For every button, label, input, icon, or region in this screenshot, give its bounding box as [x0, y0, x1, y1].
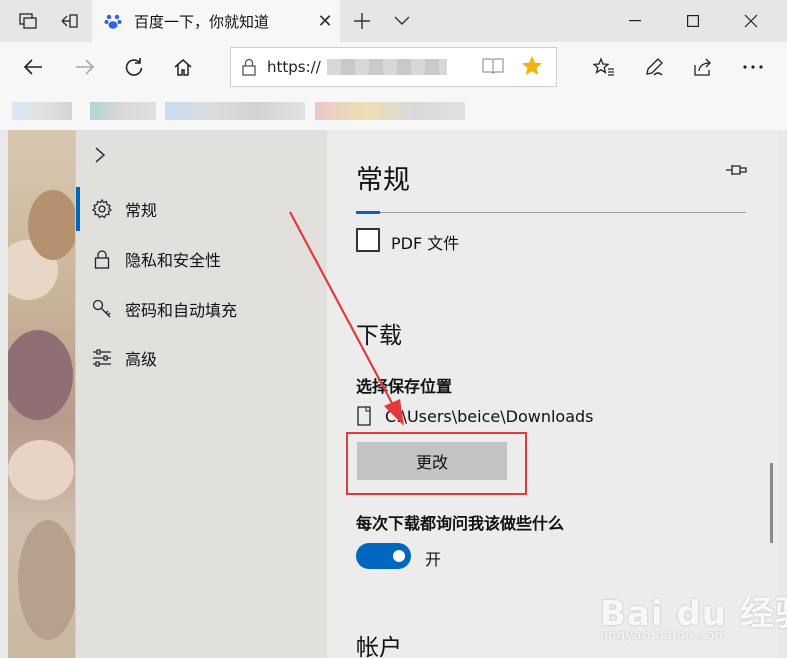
- favorite-item[interactable]: [12, 102, 72, 120]
- toggle-state-label: 开: [425, 550, 442, 569]
- tab-close-icon[interactable]: ✕: [310, 6, 340, 36]
- section-divider: [356, 212, 746, 213]
- menu-item-privacy[interactable]: 隐私和安全性: [76, 237, 328, 281]
- account-section-title: 帐户: [356, 635, 402, 658]
- reading-view-icon[interactable]: [482, 56, 504, 80]
- download-path: C:\Users\beice\Downloads: [385, 407, 594, 426]
- pen-icon[interactable]: [637, 51, 671, 83]
- tab-list-chevron-icon[interactable]: [386, 6, 418, 36]
- forward-arrow-icon[interactable]: [68, 51, 102, 83]
- menu-item-passwords[interactable]: 密码和自动填充: [76, 287, 328, 331]
- more-options-icon[interactable]: [736, 51, 770, 83]
- chevron-right-icon[interactable]: [94, 146, 106, 168]
- pin-icon[interactable]: [725, 162, 747, 182]
- menu-item-label: 密码和自动填充: [125, 301, 238, 320]
- tab-title: 百度一下，你就知道: [134, 12, 270, 31]
- share-icon[interactable]: [686, 51, 720, 83]
- baidu-paw-icon: [102, 10, 124, 32]
- menu-item-general[interactable]: 常规: [76, 187, 328, 231]
- favorite-star-icon[interactable]: [520, 54, 544, 82]
- tab-manager-icon[interactable]: [12, 6, 44, 36]
- gear-icon: [91, 198, 113, 220]
- favorite-item[interactable]: [165, 102, 305, 120]
- menu-item-advanced[interactable]: 高级: [76, 336, 328, 380]
- scroll-indicator: [356, 211, 380, 214]
- settings-panel: 常规 PDF 文件 下载 选择保存位置 C:\Users\beice\Downl…: [327, 130, 779, 658]
- toggle-knob: [393, 550, 405, 562]
- menu-item-label: 高级: [125, 350, 158, 369]
- home-icon[interactable]: [166, 51, 200, 83]
- favorite-item[interactable]: [315, 102, 465, 120]
- tabs-aside-icon[interactable]: [52, 6, 84, 36]
- back-arrow-icon[interactable]: [16, 51, 50, 83]
- close-window-icon[interactable]: [722, 0, 780, 42]
- panel-scrollbar[interactable]: [770, 463, 773, 543]
- baidu-jingyan-watermark: Bai du 经验 jingyan.baidu.com: [600, 582, 787, 652]
- menu-item-label: 常规: [125, 201, 158, 220]
- key-icon: [91, 298, 113, 320]
- save-location-title: 选择保存位置: [356, 377, 453, 396]
- browser-tab[interactable]: 百度一下，你就知道 ✕: [92, 0, 340, 42]
- navigation-bar: https://: [0, 42, 787, 92]
- panel-title: 常规: [356, 165, 410, 196]
- refresh-icon[interactable]: [117, 51, 151, 83]
- favorites-hub-icon[interactable]: [587, 51, 621, 83]
- lock-icon: [91, 248, 113, 270]
- ask-toggle-switch[interactable]: [356, 543, 411, 569]
- title-bar: 百度一下，你就知道 ✕: [0, 0, 787, 42]
- minimize-icon[interactable]: [606, 0, 664, 42]
- ask-each-download-title: 每次下载都询问我该做些什么: [356, 514, 565, 533]
- pdf-checkbox-label: PDF 文件: [391, 234, 460, 253]
- menu-item-label: 隐私和安全性: [125, 251, 222, 270]
- page-background-illustration: [8, 130, 78, 658]
- maximize-icon[interactable]: [664, 0, 722, 42]
- address-bar[interactable]: https://: [230, 47, 557, 87]
- favorite-item[interactable]: [90, 102, 156, 120]
- new-tab-icon[interactable]: [346, 6, 378, 36]
- lock-icon: [231, 58, 267, 76]
- address-text: https://: [267, 58, 321, 76]
- sliders-icon: [91, 347, 113, 369]
- downloads-section-title: 下载: [356, 323, 402, 349]
- favorites-bar: [0, 92, 787, 130]
- pdf-checkbox[interactable]: [356, 228, 380, 252]
- settings-menu: 常规 隐私和安全性 密码和自动填充 高级: [75, 130, 327, 658]
- address-blurred: [326, 59, 447, 75]
- watermark-url: jingyan.baidu.com: [600, 628, 728, 642]
- change-location-button[interactable]: 更改: [357, 442, 507, 480]
- file-icon: [357, 406, 371, 430]
